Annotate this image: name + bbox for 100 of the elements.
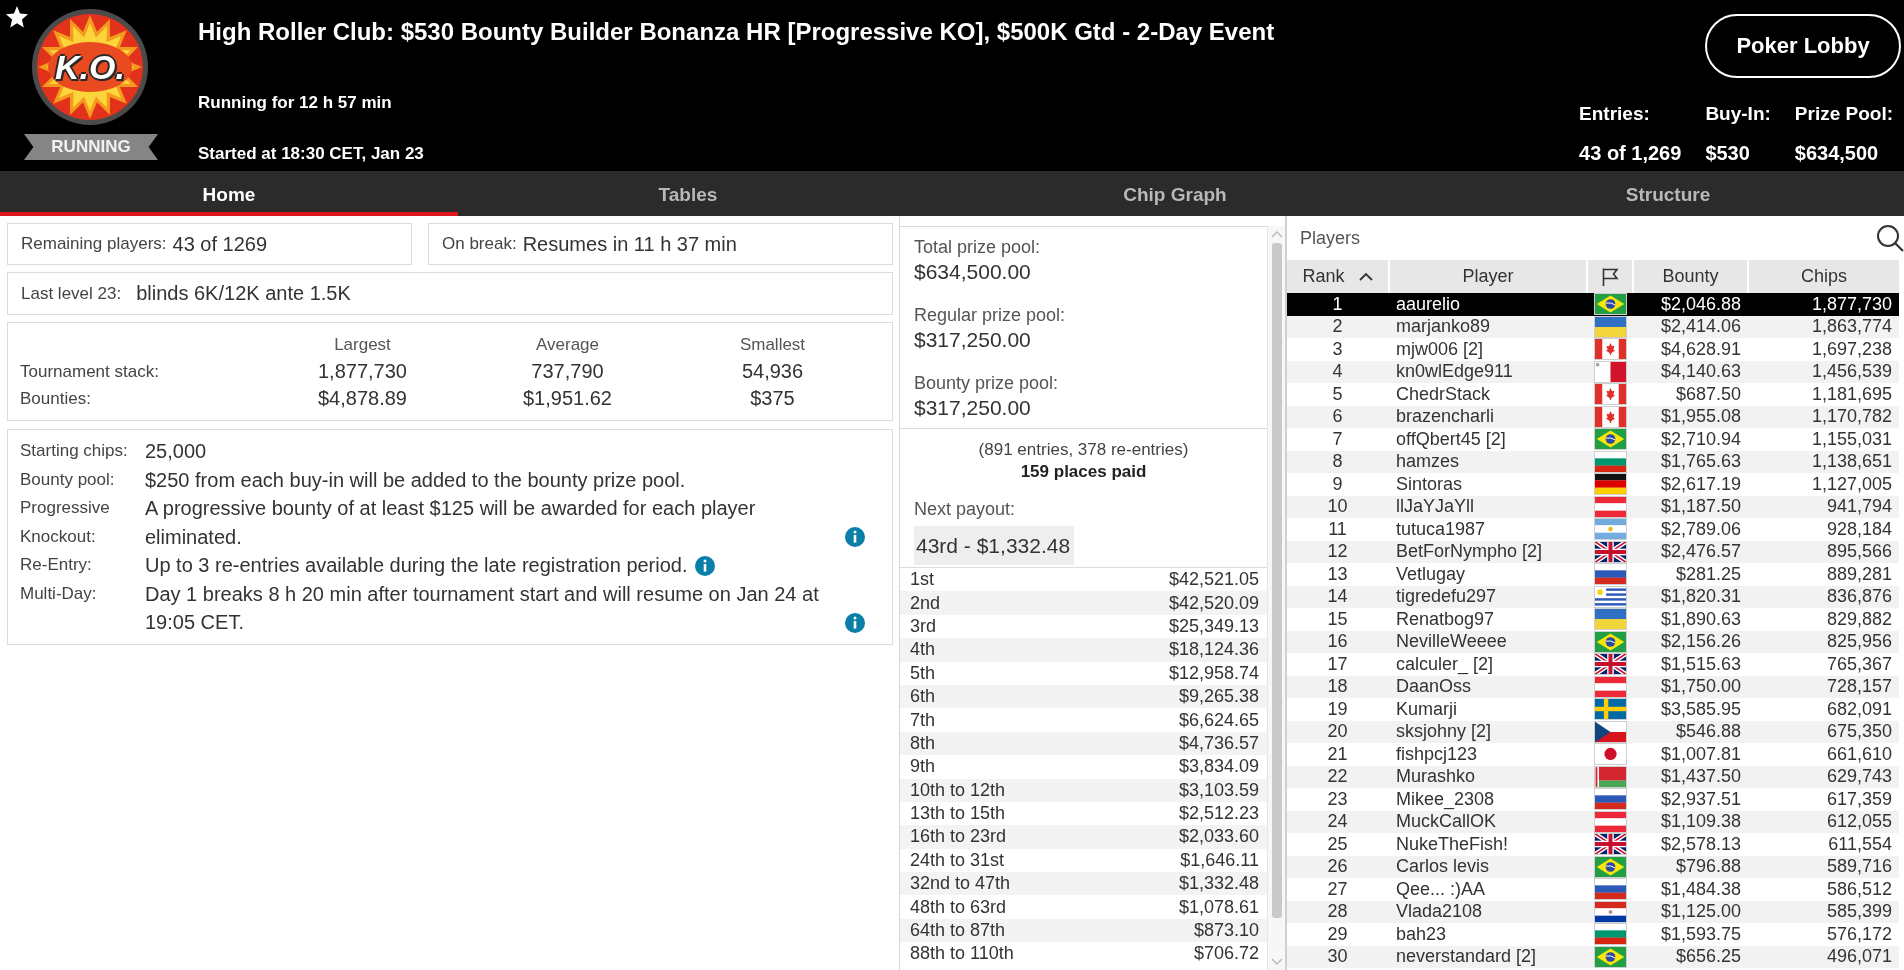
search-icon[interactable] (1876, 224, 1904, 252)
chip-count: 585,399 (1825, 901, 1893, 923)
bounty-amount: $546.88 (1674, 721, 1742, 743)
player-name: kn0wlEdge911 (1395, 361, 1514, 383)
flag-icon (1593, 833, 1627, 856)
player-row[interactable]: 22 Murashko $1,437.50 629,743 (1287, 765, 1899, 788)
player-name: mjw006 [2] (1395, 338, 1485, 360)
tab[interactable]: Home (0, 171, 458, 216)
rank-number: 11 (1327, 518, 1348, 540)
player-row[interactable]: 1 aaurelio $2,046.88 1,877,730 (1287, 293, 1899, 316)
player-row[interactable]: 10 llJaYJaYll $1,187.50 941,794 (1287, 495, 1899, 518)
column-header[interactable]: Chips (1749, 260, 1899, 293)
column-header[interactable]: Bounty (1634, 260, 1747, 293)
player-row[interactable]: 6 brazencharli $1,955.08 1,170,782 (1287, 405, 1899, 428)
payout-amount: $3,103.59 (1178, 779, 1259, 801)
player-row[interactable]: 24 MuckCallOK $1,109.38 612,055 (1287, 810, 1899, 833)
detail-label: Progressive Knockout: (20, 497, 111, 548)
rank-number: 15 (1326, 608, 1349, 630)
player-row[interactable]: 2 marjanko89 $2,414.06 1,863,774 (1287, 315, 1899, 338)
player-row[interactable]: 30 neverstandard [2] $656.25 496,071 (1287, 945, 1899, 968)
player-name: Vlada2108 (1395, 901, 1484, 923)
start-time: Started at 18:30 CET, Jan 23 (198, 143, 425, 165)
detail-label: Bounty pool: (20, 468, 116, 491)
prize-pool-amount: $317,250.00 (914, 327, 1031, 353)
tab[interactable]: Structure (1432, 171, 1904, 216)
info-icon[interactable] (845, 612, 865, 633)
player-name: llJaYJaYll (1395, 496, 1476, 518)
chip-count: 941,794 (1825, 496, 1893, 518)
bounty-amount: $1,955.08 (1659, 406, 1742, 428)
player-name: offQbert45 [2] (1395, 428, 1507, 450)
scrollbar[interactable] (1267, 226, 1285, 970)
chip-count: 682,091 (1825, 698, 1893, 720)
rank-number: 8 (1331, 451, 1344, 473)
flag-icon (1593, 293, 1627, 316)
column-header[interactable]: Rank (1287, 260, 1388, 293)
payout-amount: $706.72 (1193, 943, 1259, 965)
stat-label: Prize Pool: (1794, 102, 1893, 126)
payout-amount: $9,265.38 (1178, 686, 1259, 708)
bounty-amount: $1,820.31 (1659, 586, 1742, 608)
scrollbar-thumb[interactable] (1271, 243, 1282, 918)
payout-place: 2nd (910, 592, 941, 614)
bounty-amount: $687.50 (1674, 383, 1742, 405)
payout-place: 5th (910, 662, 936, 684)
player-row[interactable]: 20 sksjohny [2] $546.88 675,350 (1287, 720, 1899, 743)
tournament-title: High Roller Club: $530 Bounty Builder Bonanza HR [Progressive KO], $500K Gtd - 2-Day Event (198, 18, 1276, 46)
player-name: MuckCallOK (1395, 811, 1498, 833)
bounty-amount: $2,578.13 (1659, 833, 1742, 855)
flag-icon (1593, 585, 1627, 608)
bounty-amount: $1,437.50 (1659, 766, 1742, 788)
chip-count: 836,876 (1825, 586, 1893, 608)
poker-lobby-button[interactable]: Poker Lobby (1705, 14, 1901, 78)
stat-label: Buy-In: (1705, 102, 1771, 126)
rank-number: 27 (1326, 878, 1349, 900)
chip-count: 661,610 (1825, 743, 1893, 765)
player-row[interactable]: 18 DaanOss $1,750.00 728,157 (1287, 675, 1899, 698)
flag-icon (1593, 383, 1627, 406)
info-icon[interactable] (845, 527, 865, 547)
player-name: Sintoras (1395, 473, 1464, 495)
flag-icon (1593, 900, 1627, 923)
rank-number: 22 (1326, 766, 1349, 788)
player-row[interactable]: 8 hamzes $1,765.63 1,138,651 (1287, 450, 1899, 473)
player-name: bah23 (1395, 923, 1448, 945)
chip-count: 589,716 (1825, 856, 1893, 878)
player-name: hamzes (1395, 451, 1461, 473)
bounty-amount: $2,476.57 (1659, 541, 1742, 563)
payout-amount: $42,520.09 (1168, 592, 1259, 614)
tab[interactable]: Tables (458, 171, 918, 216)
player-row[interactable]: 26 Carlos levis $796.88 589,716 (1287, 855, 1899, 878)
player-row[interactable]: 4 kn0wlEdge911 $4,140.63 1,456,539 (1287, 360, 1899, 383)
next-payout-value: 43rd - $1,332.48 (914, 526, 1075, 565)
chip-count: 1,127,005 (1810, 473, 1893, 495)
player-row[interactable]: 28 Vlada2108 $1,125.00 585,399 (1287, 900, 1899, 923)
rank-number: 26 (1326, 856, 1349, 878)
rank-number: 23 (1326, 788, 1349, 810)
prize-pool-label: Bounty prize pool: (914, 372, 1059, 394)
player-row[interactable]: 16 NevilleWeeee $2,156.26 825,956 (1287, 630, 1899, 653)
bounty-amount: $2,046.88 (1659, 293, 1742, 315)
info-icon[interactable] (694, 555, 715, 576)
chip-count: 728,157 (1825, 676, 1893, 698)
payout-place: 6th (910, 686, 936, 708)
rank-number: 19 (1326, 698, 1349, 720)
chip-count: 1,456,539 (1810, 361, 1893, 383)
player-row[interactable]: 14 tigredefu297 $1,820.31 836,876 (1287, 585, 1899, 608)
rank-number: 20 (1326, 721, 1349, 743)
rank-number: 14 (1326, 586, 1349, 608)
bounty-amount: $2,937.51 (1659, 788, 1742, 810)
chip-count: 611,554 (1827, 833, 1893, 855)
column-header[interactable] (1588, 260, 1632, 293)
rank-number: 16 (1326, 631, 1349, 653)
star-icon[interactable] (5, 5, 29, 29)
player-row[interactable]: 12 BetForNympho [2] $2,476.57 895,566 (1287, 540, 1899, 563)
payout-place: 9th (910, 756, 936, 778)
column-header[interactable]: Player (1390, 260, 1586, 293)
chip-count: 675,350 (1825, 721, 1893, 743)
chip-count: 889,281 (1825, 563, 1893, 585)
chip-count: 829,882 (1825, 608, 1893, 630)
payout-amount: $3,834.09 (1178, 756, 1259, 778)
rank-number: 9 (1331, 473, 1344, 495)
rank-number: 2 (1331, 316, 1344, 338)
tab[interactable]: Chip Graph (918, 171, 1432, 216)
